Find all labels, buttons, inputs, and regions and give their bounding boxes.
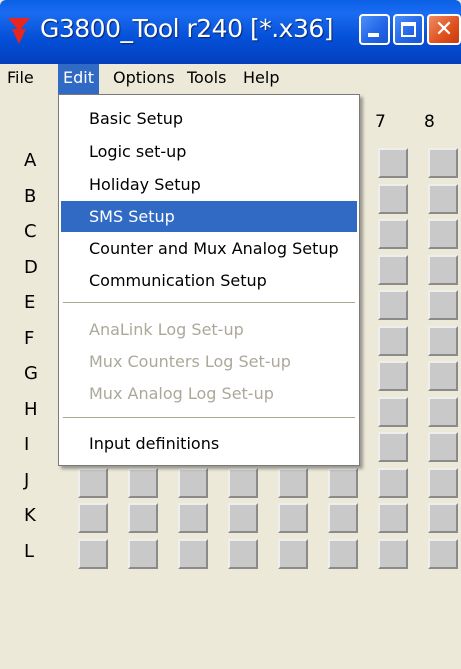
io-cell-j1[interactable]: [78, 467, 108, 498]
menu-item-sms-setup[interactable]: SMS Setup: [61, 201, 357, 232]
row-label-a: A: [24, 150, 37, 171]
io-cell-k7[interactable]: [378, 503, 408, 533]
row-label-g: G: [24, 363, 38, 384]
io-cell-l1[interactable]: [78, 538, 108, 569]
io-cell-k5[interactable]: [278, 503, 308, 533]
menu-item-mux-counters-log-setup: Mux Counters Log Set-up: [89, 352, 291, 371]
io-cell-i7[interactable]: [378, 432, 408, 462]
io-cell-l8[interactable]: [428, 538, 458, 569]
io-cell-e7[interactable]: [378, 290, 408, 320]
io-cell-j8[interactable]: [428, 467, 458, 498]
row-label-l: L: [24, 540, 35, 562]
menu-separator: [63, 302, 355, 303]
io-cell-k4[interactable]: [228, 503, 258, 533]
io-cell-i8[interactable]: [428, 432, 458, 462]
maximize-icon: [401, 22, 416, 37]
io-cell-j5[interactable]: [278, 467, 308, 498]
io-cell-k6[interactable]: [328, 503, 358, 533]
menu-tools[interactable]: Tools: [182, 64, 231, 94]
row-label-e: E: [24, 292, 36, 313]
io-cell-h8[interactable]: [428, 396, 458, 427]
io-cell-j3[interactable]: [178, 467, 208, 498]
io-cell-k8[interactable]: [428, 503, 458, 533]
app-icon: [8, 18, 30, 44]
menu-help[interactable]: Help: [238, 64, 284, 94]
io-cell-d8[interactable]: [428, 254, 458, 285]
io-cell-c7[interactable]: [378, 219, 408, 249]
io-cell-j2[interactable]: [128, 467, 158, 498]
row-label-h: H: [24, 398, 38, 420]
io-cell-b7[interactable]: [378, 183, 408, 214]
menu-item-analink-log-setup: AnaLink Log Set-up: [89, 320, 244, 339]
menu-file[interactable]: File: [2, 64, 39, 94]
io-cell-j4[interactable]: [228, 467, 258, 498]
io-cell-l7[interactable]: [378, 538, 408, 569]
menu-options[interactable]: Options: [108, 64, 180, 94]
io-cell-k1[interactable]: [78, 503, 108, 533]
row-label-f: F: [24, 327, 35, 349]
menu-separator: [63, 417, 355, 418]
row-label-k: K: [24, 505, 36, 526]
io-cell-c8[interactable]: [428, 219, 458, 249]
title-bar[interactable]: G3800_Tool r240 [*.x36] ✕: [0, 0, 461, 64]
minimize-button[interactable]: [359, 14, 390, 45]
io-cell-a8[interactable]: [428, 148, 458, 178]
io-cell-a7[interactable]: [378, 148, 408, 178]
row-label-c: C: [24, 221, 37, 242]
io-cell-k3[interactable]: [178, 503, 208, 533]
io-cell-b8[interactable]: [428, 183, 458, 214]
io-cell-l2[interactable]: [128, 538, 158, 569]
io-cell-g8[interactable]: [428, 361, 458, 391]
io-cell-l5[interactable]: [278, 538, 308, 569]
column-header-8: 8: [424, 112, 435, 132]
close-icon: ✕: [434, 17, 454, 42]
edit-dropdown-menu: Basic Setup Logic set-up Holiday Setup S…: [58, 94, 360, 466]
menu-item-communication-setup[interactable]: Communication Setup: [61, 265, 357, 296]
io-cell-h7[interactable]: [378, 396, 408, 427]
io-cell-e8[interactable]: [428, 290, 458, 320]
column-header-7: 7: [375, 112, 386, 132]
io-cell-f7[interactable]: [378, 325, 408, 356]
menu-item-mux-analog-log-setup: Mux Analog Log Set-up: [89, 384, 274, 403]
row-label-b: B: [24, 185, 37, 207]
io-cell-l3[interactable]: [178, 538, 208, 569]
window-title: G3800_Tool r240 [*.x36]: [40, 14, 334, 43]
io-cell-k2[interactable]: [128, 503, 158, 533]
close-button[interactable]: ✕: [427, 14, 461, 45]
menu-item-logic-setup[interactable]: Logic set-up: [61, 136, 357, 167]
row-label-j: J: [24, 469, 30, 491]
minimize-icon: [368, 33, 379, 37]
row-label-i: I: [24, 434, 30, 455]
menu-bar: File Edit Options Tools Help: [0, 64, 461, 94]
io-cell-d7[interactable]: [378, 254, 408, 285]
row-label-d: D: [24, 256, 38, 278]
maximize-button[interactable]: [393, 14, 424, 45]
menu-edit[interactable]: Edit: [58, 64, 99, 94]
io-cell-g7[interactable]: [378, 361, 408, 391]
io-cell-j6[interactable]: [328, 467, 358, 498]
menu-item-holiday-setup[interactable]: Holiday Setup: [61, 169, 357, 200]
io-cell-j7[interactable]: [378, 467, 408, 498]
menu-item-basic-setup[interactable]: Basic Setup: [61, 103, 357, 134]
io-cell-f8[interactable]: [428, 325, 458, 356]
menu-item-counter-mux-analog-setup[interactable]: Counter and Mux Analog Setup: [61, 233, 357, 264]
menu-item-input-definitions[interactable]: Input definitions: [61, 428, 357, 459]
io-cell-l6[interactable]: [328, 538, 358, 569]
io-cell-l4[interactable]: [228, 538, 258, 569]
